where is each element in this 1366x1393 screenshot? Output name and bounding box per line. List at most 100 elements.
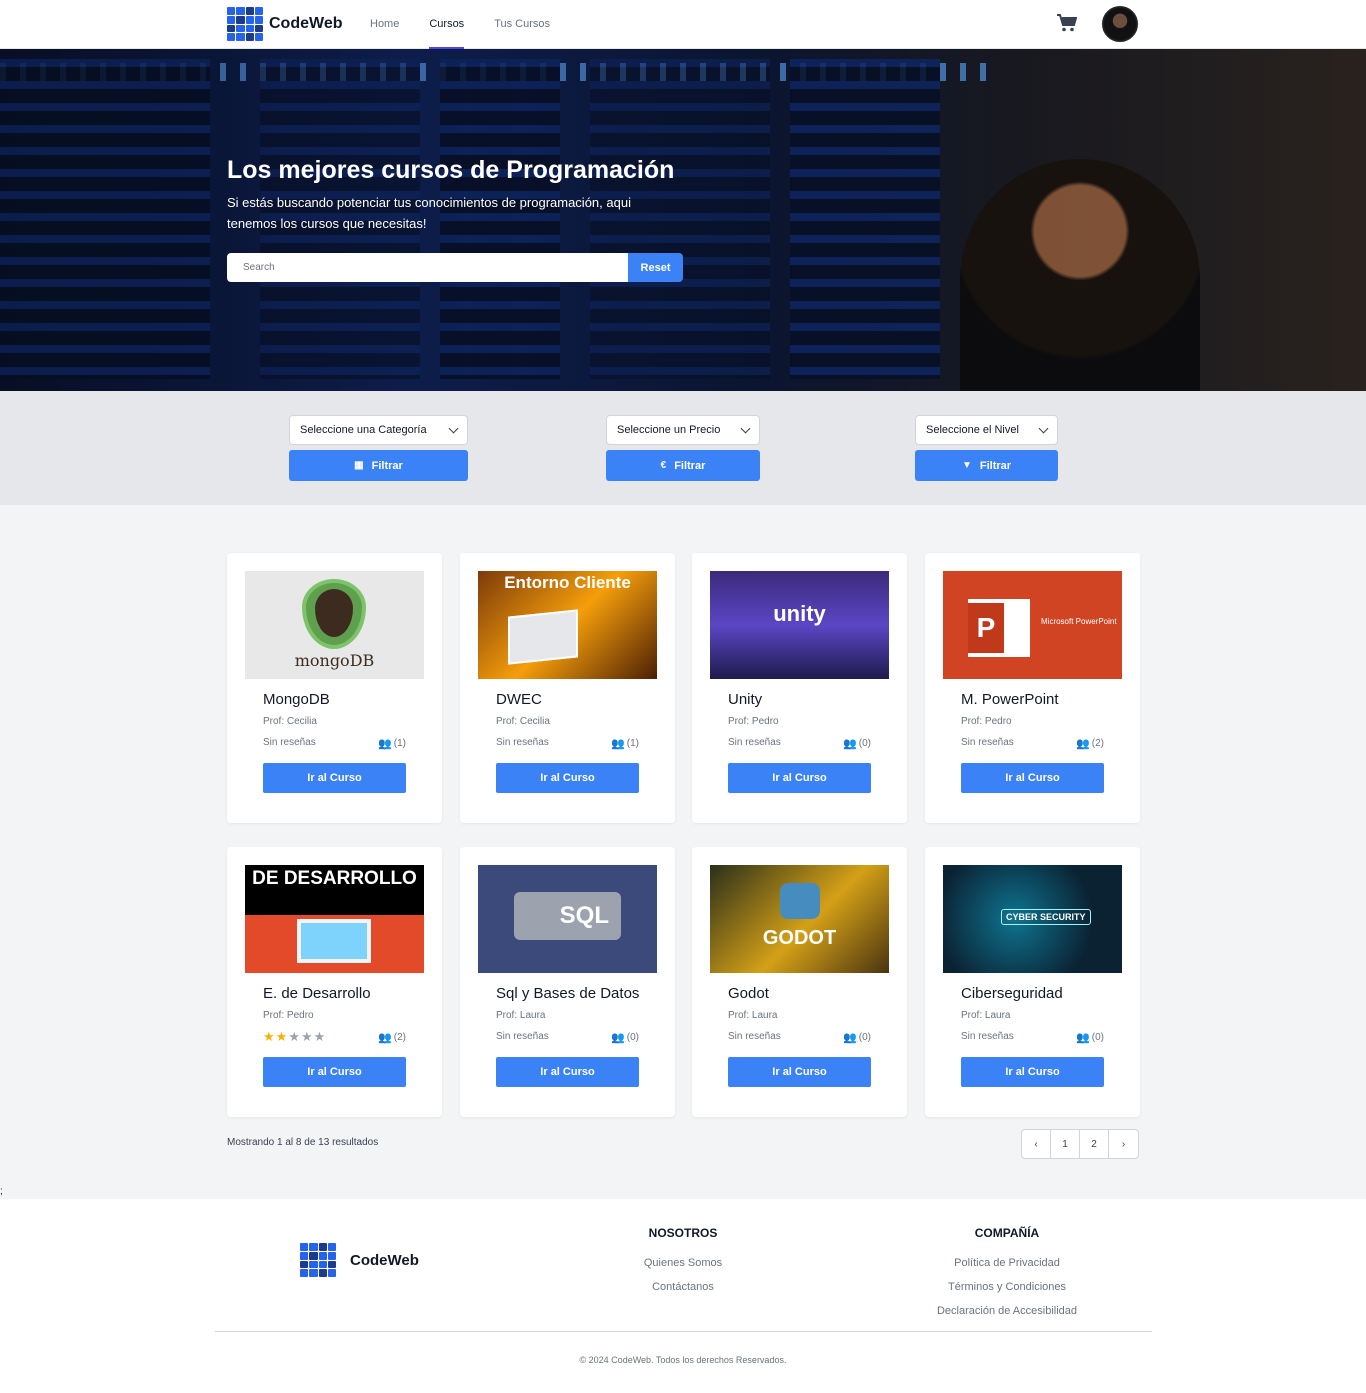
course-teacher: Prof: Cecilia: [496, 716, 550, 727]
logo-icon: [227, 7, 263, 41]
top-navbar: CodeWeb Home Cursos Tus Cursos: [0, 0, 1366, 49]
go-to-course-button[interactable]: Ir al Curso: [961, 763, 1104, 793]
footer-link-quienes-somos[interactable]: Quienes Somos: [623, 1251, 743, 1275]
course-thumbnail[interactable]: Entorno Cliente: [478, 571, 657, 679]
chevron-down-icon: [740, 423, 751, 433]
nav-cursos[interactable]: Cursos: [429, 0, 465, 49]
nav-links: Home Cursos Tus Cursos: [370, 0, 580, 49]
user-avatar[interactable]: [1102, 6, 1138, 42]
users-icon: 👥: [843, 738, 857, 750]
go-to-course-button[interactable]: Ir al Curso: [728, 763, 871, 793]
course-teacher: Prof: Laura: [496, 1010, 546, 1021]
next-page-button[interactable]: ›: [1109, 1130, 1138, 1158]
course-thumbnail[interactable]: mongoDB: [245, 571, 424, 679]
course-thumbnail[interactable]: P Microsoft PowerPoint: [943, 571, 1122, 679]
course-thumbnail[interactable]: GODOT: [710, 865, 889, 973]
course-thumbnail[interactable]: DE DESARROLLO: [245, 865, 424, 973]
course-card: SQL Sql y Bases de Datos Prof: Laura Sin…: [460, 847, 675, 1117]
prev-page-button[interactable]: ‹: [1022, 1130, 1051, 1158]
page-2-button[interactable]: 2: [1080, 1130, 1109, 1158]
course-card: unity Unity Prof: Pedro Sin reseñas 👥 (0)…: [692, 553, 907, 823]
go-to-course-button[interactable]: Ir al Curso: [496, 763, 639, 793]
course-reviews: Sin reseñas: [496, 1031, 549, 1042]
nav-home[interactable]: Home: [370, 0, 399, 49]
course-students: 👥 (2): [378, 1032, 406, 1044]
go-to-course-button[interactable]: Ir al Curso: [263, 763, 406, 793]
course-thumbnail[interactable]: CYBER SECURITY: [943, 865, 1122, 973]
course-teacher: Prof: Pedro: [728, 716, 779, 727]
course-reviews: Sin reseñas: [728, 737, 781, 748]
stray-text: ;: [0, 1186, 3, 1197]
footer-link-terminos[interactable]: Términos y Condiciones: [917, 1275, 1097, 1299]
course-card: DE DESARROLLO E. de Desarrollo Prof: Ped…: [227, 847, 442, 1117]
users-icon: 👥: [1076, 738, 1090, 750]
search-input[interactable]: [227, 253, 628, 282]
footer-heading: COMPAÑÍA: [974, 1226, 1040, 1240]
footer-col-compania: COMPAÑÍA Política de Privacidad Términos…: [917, 1226, 1097, 1323]
category-filter-button[interactable]: ▦ Filtrar: [289, 450, 468, 481]
star-icon: ★: [313, 1029, 327, 1044]
results-summary: Mostrando 1 al 8 de 13 resultados: [227, 1137, 379, 1148]
copyright: © 2024 CodeWeb. Todos los derechos Reser…: [579, 1355, 787, 1365]
course-students: 👥 (1): [378, 738, 406, 750]
brand-name: CodeWeb: [269, 15, 343, 32]
course-teacher: Prof: Pedro: [961, 716, 1012, 727]
price-select[interactable]: Seleccione un Precio: [606, 415, 760, 445]
grid-icon: ▦: [354, 460, 364, 471]
course-title: Unity: [728, 691, 763, 708]
euro-icon: €: [660, 460, 667, 471]
go-to-course-button[interactable]: Ir al Curso: [263, 1057, 406, 1087]
level-filter-button[interactable]: ▼ Filtrar: [915, 450, 1058, 481]
brand-logo[interactable]: CodeWeb: [227, 7, 342, 41]
course-teacher: Prof: Cecilia: [263, 716, 317, 727]
godot-robot-icon: [780, 883, 820, 919]
star-icon: ★: [288, 1029, 301, 1044]
reset-button[interactable]: Reset: [628, 253, 683, 282]
users-icon: 👥: [1076, 1032, 1090, 1044]
course-reviews: Sin reseñas: [961, 1031, 1014, 1042]
course-teacher: Prof: Pedro: [263, 1010, 314, 1021]
users-icon: 👥: [378, 1032, 392, 1044]
rating-stars: ★★★★★: [263, 1029, 326, 1045]
course-title: E. de Desarrollo: [263, 985, 371, 1002]
course-teacher: Prof: Laura: [961, 1010, 1011, 1021]
go-to-course-button[interactable]: Ir al Curso: [728, 1057, 871, 1087]
pagination: ‹ 1 2 ›: [1021, 1129, 1139, 1159]
users-icon: 👥: [611, 1032, 625, 1044]
course-card: P Microsoft PowerPoint M. PowerPoint Pro…: [925, 553, 1140, 823]
course-students: 👥 (0): [843, 1032, 871, 1044]
course-title: Ciberseguridad: [961, 985, 1063, 1002]
course-thumbnail[interactable]: SQL: [478, 865, 657, 973]
users-icon: 👥: [611, 738, 625, 750]
level-select[interactable]: Seleccione el Nivel: [915, 415, 1058, 445]
star-icon: ★: [275, 1029, 289, 1044]
footer-brand[interactable]: CodeWeb: [300, 1243, 419, 1277]
nav-tus-cursos[interactable]: Tus Cursos: [494, 0, 550, 49]
price-filter-button[interactable]: € Filtrar: [606, 450, 760, 481]
course-title: Sql y Bases de Datos: [496, 985, 640, 1002]
users-icon: 👥: [378, 738, 392, 750]
course-teacher: Prof: Laura: [728, 1010, 778, 1021]
course-students: 👥 (0): [611, 1032, 639, 1044]
course-card: Entorno Cliente DWEC Prof: Cecilia Sin r…: [460, 553, 675, 823]
hero-subtitle: Si estás buscando potenciar tus conocimi…: [227, 195, 631, 231]
logo-icon: [300, 1243, 336, 1277]
monitor-icon: [297, 919, 371, 963]
course-students: 👥 (1): [611, 738, 639, 750]
footer-link-contactanos[interactable]: Contáctanos: [623, 1275, 743, 1299]
go-to-course-button[interactable]: Ir al Curso: [496, 1057, 639, 1087]
users-icon: 👥: [843, 1032, 857, 1044]
page-1-button[interactable]: 1: [1051, 1130, 1080, 1158]
hero-banner: Los mejores cursos de Programación Si es…: [0, 49, 1366, 391]
course-students: 👥 (0): [1076, 1032, 1104, 1044]
footer-link-privacidad[interactable]: Política de Privacidad: [917, 1251, 1097, 1275]
go-to-course-button[interactable]: Ir al Curso: [961, 1057, 1104, 1087]
cart-icon[interactable]: [1057, 14, 1077, 32]
category-select[interactable]: Seleccione una Categoría: [289, 415, 468, 445]
course-students: 👥 (0): [843, 738, 871, 750]
course-thumbnail[interactable]: unity: [710, 571, 889, 679]
star-icon: ★: [263, 1029, 276, 1044]
course-card: CYBER SECURITY Ciberseguridad Prof: Laur…: [925, 847, 1140, 1117]
hero-title: Los mejores cursos de Programación: [227, 156, 675, 184]
footer-link-accesibilidad[interactable]: Declaración de Accesibilidad: [917, 1299, 1097, 1323]
